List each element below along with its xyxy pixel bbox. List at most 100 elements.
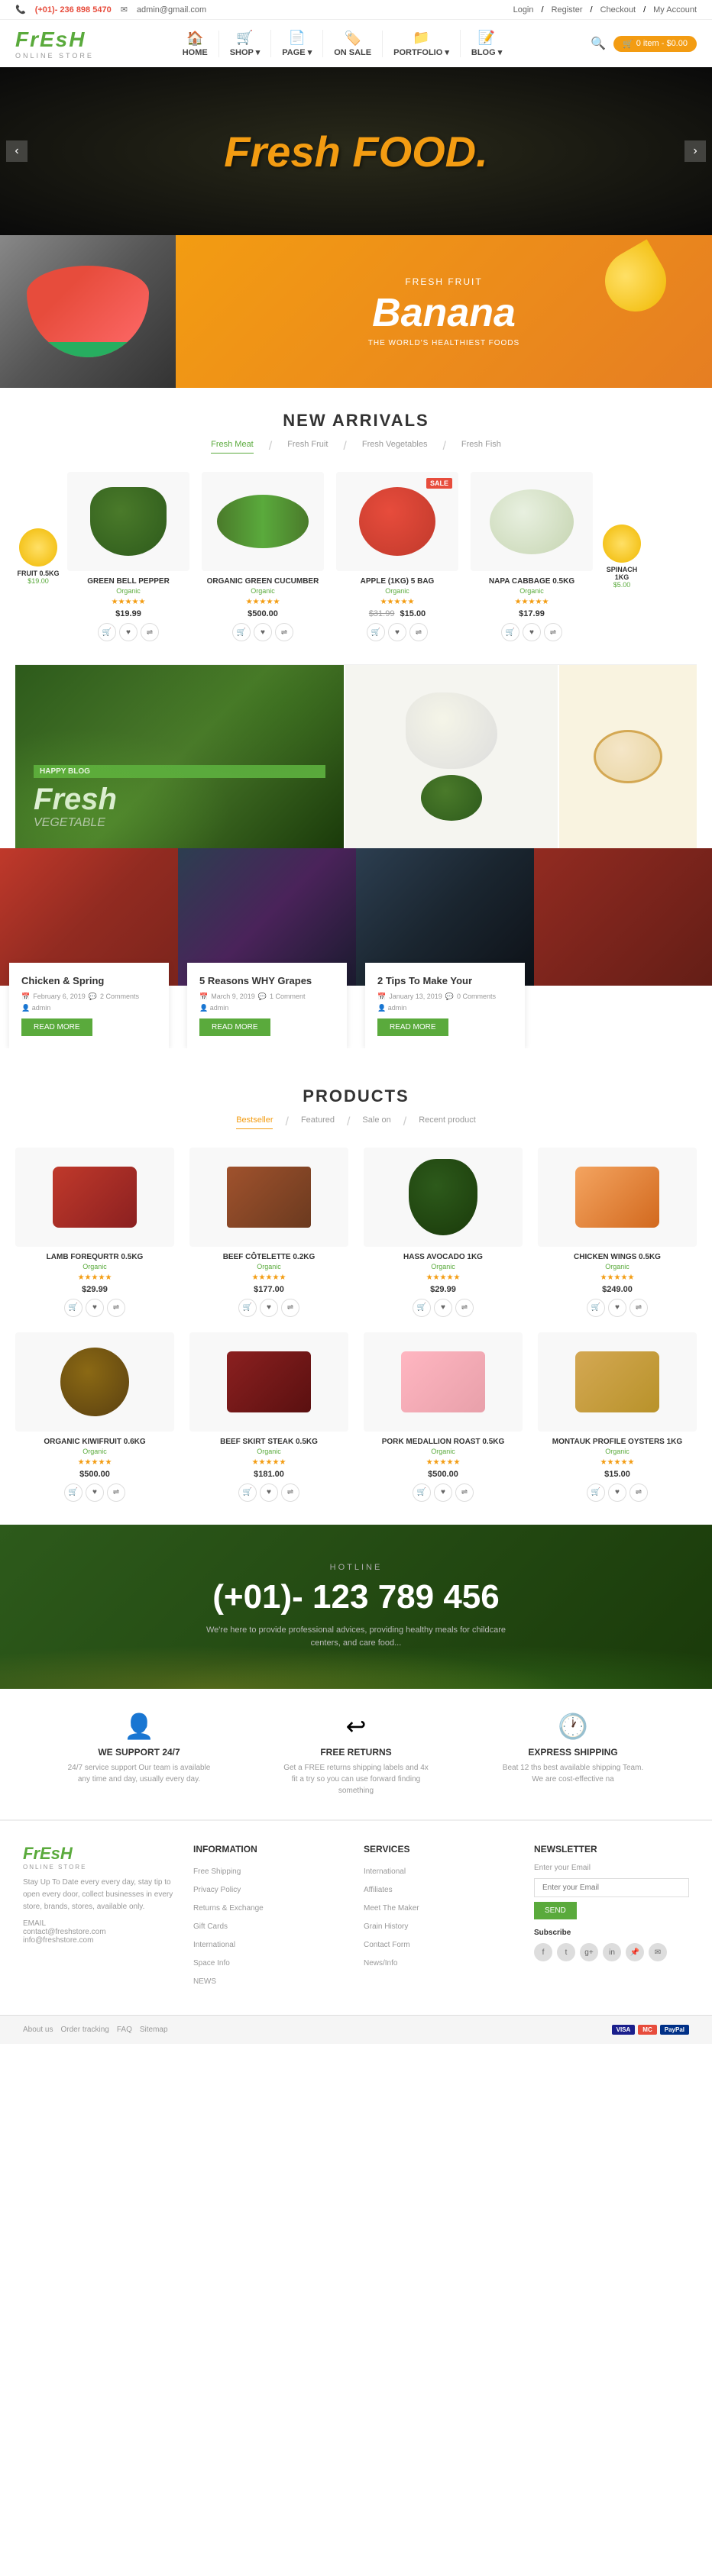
wishlist-btn-2[interactable]: ♥ <box>254 623 272 641</box>
side-product-img <box>19 528 57 567</box>
wish-beef-steak[interactable]: ♥ <box>260 1483 278 1502</box>
tab-bestseller[interactable]: Bestseller <box>236 1115 273 1129</box>
nav-shop[interactable]: 🛒 SHOP ▾ <box>219 30 272 57</box>
wishlist-btn-4[interactable]: ♥ <box>523 623 541 641</box>
googleplus-icon[interactable]: g+ <box>580 1943 598 1961</box>
footer-link-international[interactable]: International <box>193 1941 235 1949</box>
footer-faq-link[interactable]: FAQ <box>117 2026 132 2034</box>
compare-beef-steak[interactable]: ⇌ <box>281 1483 299 1502</box>
footer-sitemap-link[interactable]: Sitemap <box>140 2026 168 2034</box>
read-more-btn-grapes[interactable]: Read more <box>199 1018 270 1036</box>
add-to-cart-btn-4[interactable]: 🛒 <box>501 623 519 641</box>
footer-link-contact[interactable]: Contact Form <box>364 1941 410 1949</box>
register-link[interactable]: Register <box>552 5 583 15</box>
cart-pork[interactable]: 🛒 <box>413 1483 431 1502</box>
wish-pork[interactable]: ♥ <box>434 1483 452 1502</box>
wish-oysters[interactable]: ♥ <box>608 1483 626 1502</box>
newsletter-send-btn[interactable]: SEND <box>534 1902 577 1919</box>
tab-fresh-vegetables[interactable]: Fresh Vegetables <box>362 440 428 454</box>
search-icon[interactable]: 🔍 <box>591 36 606 51</box>
tab-fresh-fruit[interactable]: Fresh Fruit <box>287 440 328 454</box>
logo[interactable]: FrEsH ONLINE STORE <box>15 27 94 60</box>
footer-info-title: INFORMATION <box>193 1844 348 1855</box>
promo-banner: Fresh Fruit Banana THE WORLD'S HEALTHIES… <box>0 235 712 388</box>
read-more-btn-chicken[interactable]: Read more <box>21 1018 92 1036</box>
product-actions-kiwi: 🛒 ♥ ⇌ <box>15 1483 174 1502</box>
cart-oysters[interactable]: 🛒 <box>587 1483 605 1502</box>
footer-link-space[interactable]: Space Info <box>193 1959 230 1968</box>
tab-fresh-meat[interactable]: Fresh Meat <box>211 440 254 454</box>
login-link[interactable]: Login <box>513 5 534 15</box>
cart-beef-steak[interactable]: 🛒 <box>238 1483 257 1502</box>
compare-pork[interactable]: ⇌ <box>455 1483 474 1502</box>
cart-kiwi[interactable]: 🛒 <box>64 1483 83 1502</box>
footer-about-link[interactable]: About us <box>23 2026 53 2034</box>
tab-sale-on[interactable]: Sale on <box>362 1115 390 1129</box>
product-name-pepper: Green Bell Pepper <box>67 577 189 586</box>
nav-home[interactable]: 🏠 HOME <box>172 31 219 57</box>
blog-comments-grapes: 1 Comment <box>270 993 306 1000</box>
tab-fresh-fish[interactable]: Fresh Fish <box>461 440 501 454</box>
hero-next-arrow[interactable]: › <box>684 140 706 162</box>
cart-chicken[interactable]: 🛒 <box>587 1299 605 1317</box>
facebook-icon[interactable]: f <box>534 1943 552 1961</box>
cart-avocado[interactable]: 🛒 <box>413 1299 431 1317</box>
compare-kiwi[interactable]: ⇌ <box>107 1483 125 1502</box>
checkout-link[interactable]: Checkout <box>600 5 636 15</box>
add-to-cart-btn[interactable]: 🛒 <box>98 623 116 641</box>
nav-page[interactable]: 📄 PAGE ▾ <box>271 30 323 57</box>
footer-link-gift[interactable]: Gift Cards <box>193 1922 228 1931</box>
nav-portfolio[interactable]: 📁 PORTFOLIO ▾ <box>383 30 461 57</box>
shipping-icon: 🕐 <box>497 1712 649 1741</box>
footer-link-privacy[interactable]: Privacy Policy <box>193 1886 241 1894</box>
wishlist-btn[interactable]: ♥ <box>119 623 138 641</box>
footer-col-newsletter: NEWSLETTER Enter your Email SEND Subscri… <box>534 1844 689 1992</box>
wish-lamb[interactable]: ♥ <box>86 1299 104 1317</box>
wish-beef[interactable]: ♥ <box>260 1299 278 1317</box>
product-stars-chicken: ★★★★★ <box>538 1273 697 1282</box>
compare-chicken[interactable]: ⇌ <box>629 1299 648 1317</box>
compare-beef[interactable]: ⇌ <box>281 1299 299 1317</box>
footer-link-free-shipping[interactable]: Free Shipping <box>193 1867 241 1876</box>
pinterest-icon[interactable]: 📌 <box>626 1943 644 1961</box>
footer-link-news[interactable]: NEWS <box>193 1977 216 1986</box>
add-to-cart-btn-2[interactable]: 🛒 <box>232 623 251 641</box>
compare-btn[interactable]: ⇌ <box>141 623 159 641</box>
cart-beef[interactable]: 🛒 <box>238 1299 257 1317</box>
footer-link-meet-maker[interactable]: Meet The Maker <box>364 1904 419 1913</box>
product-actions-pork: 🛒 ♥ ⇌ <box>364 1483 523 1502</box>
tab-recent-product[interactable]: Recent product <box>419 1115 476 1129</box>
compare-btn-2[interactable]: ⇌ <box>275 623 293 641</box>
linkedin-icon[interactable]: in <box>603 1943 621 1961</box>
wish-kiwi[interactable]: ♥ <box>86 1483 104 1502</box>
footer-link-grain[interactable]: Grain History <box>364 1922 408 1931</box>
email-link[interactable]: admin@gmail.com <box>137 5 206 15</box>
wish-chicken[interactable]: ♥ <box>608 1299 626 1317</box>
hero-prev-arrow[interactable]: ‹ <box>6 140 28 162</box>
compare-btn-3[interactable]: ⇌ <box>409 623 428 641</box>
compare-avocado[interactable]: ⇌ <box>455 1299 474 1317</box>
footer-link-returns[interactable]: Returns & Exchange <box>193 1904 264 1913</box>
product-category-pepper: Organic <box>67 587 189 595</box>
footer-link-international-svc[interactable]: International <box>364 1867 406 1876</box>
wishlist-btn-3[interactable]: ♥ <box>388 623 406 641</box>
footer-link-newsinfo[interactable]: News/Info <box>364 1959 397 1968</box>
compare-lamb[interactable]: ⇌ <box>107 1299 125 1317</box>
newsletter-email-input[interactable] <box>534 1878 689 1897</box>
read-more-btn-tips[interactable]: Read more <box>377 1018 448 1036</box>
cart-lamb[interactable]: 🛒 <box>64 1299 83 1317</box>
compare-btn-4[interactable]: ⇌ <box>544 623 562 641</box>
cart-button[interactable]: 🛒 0 item - $0.00 <box>613 36 697 52</box>
tab-featured[interactable]: Featured <box>301 1115 335 1129</box>
product-chicken: Chicken Wings 0.5kg Organic ★★★★★ $249.0… <box>538 1148 697 1317</box>
compare-oysters[interactable]: ⇌ <box>629 1483 648 1502</box>
wish-avocado[interactable]: ♥ <box>434 1299 452 1317</box>
nav-on-sale[interactable]: 🏷️ ON SALE <box>323 31 383 57</box>
my-account-link[interactable]: My Account <box>653 5 697 15</box>
twitter-icon[interactable]: t <box>557 1943 575 1961</box>
footer-link-affiliates[interactable]: Affiliates <box>364 1886 393 1894</box>
footer-order-tracking-link[interactable]: Order tracking <box>60 2026 108 2034</box>
email-social-icon[interactable]: ✉ <box>649 1943 667 1961</box>
nav-blog[interactable]: 📝 BLOG ▾ <box>461 30 513 57</box>
add-to-cart-btn-3[interactable]: 🛒 <box>367 623 385 641</box>
